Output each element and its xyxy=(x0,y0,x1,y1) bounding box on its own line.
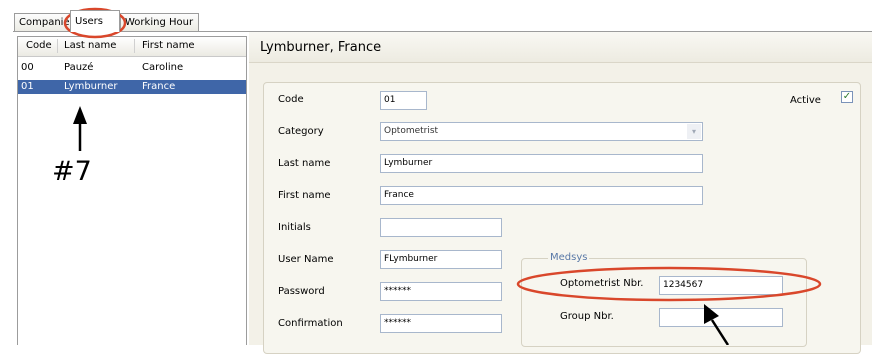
tab-users[interactable]: Users xyxy=(70,10,120,32)
optometrist-highlight-ellipse xyxy=(516,266,822,302)
callout-label: #7 xyxy=(52,156,92,187)
arrow-diagonal-icon xyxy=(704,304,730,345)
annotation-overlay xyxy=(63,7,822,345)
arrow-up-icon xyxy=(73,106,87,151)
